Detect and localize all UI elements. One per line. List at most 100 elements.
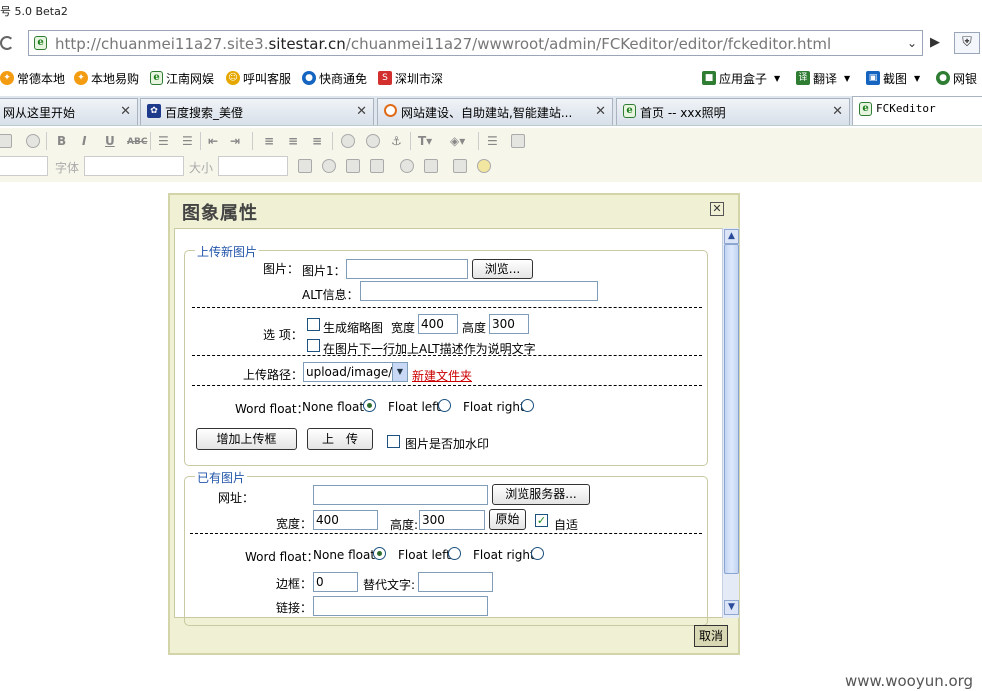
align-left-icon[interactable]: ≡ xyxy=(264,134,274,148)
shield-icon[interactable]: ⛨ xyxy=(954,32,980,54)
align-right-icon[interactable]: ≡ xyxy=(312,134,322,148)
image1-file-input[interactable] xyxy=(346,259,468,279)
fav-label: 截图 xyxy=(883,71,908,86)
ordered-list-icon[interactable]: ☰ xyxy=(158,134,169,148)
unlink-icon[interactable] xyxy=(366,134,380,148)
tab-2[interactable]: ✿ 百度搜索_美僜 ✕ xyxy=(140,98,374,125)
print-icon[interactable] xyxy=(0,134,12,148)
tab-1[interactable]: 网从这里开始 ✕ xyxy=(0,98,138,125)
upload-path-label: 上传路径： xyxy=(243,368,304,382)
bold-icon[interactable]: B xyxy=(57,134,66,148)
close-icon[interactable]: ✕ xyxy=(120,104,131,119)
address-bar[interactable]: http://chuanmei11a27.site3.sitestar.cn/c… xyxy=(28,30,923,56)
upload-button[interactable]: 上 传 xyxy=(307,428,373,450)
fav-item-bank[interactable]: ● 网银 xyxy=(936,69,977,87)
fav-item-6[interactable]: S 深圳市深 xyxy=(378,69,443,87)
width-input[interactable]: 400 xyxy=(418,314,458,334)
anchor-icon[interactable]: ⚓ xyxy=(391,134,402,148)
alt-caption-checkbox[interactable] xyxy=(307,339,320,352)
new-folder-link[interactable]: 新建文件夹 xyxy=(412,367,472,384)
bg-color-icon[interactable]: ◈▾ xyxy=(450,134,465,148)
tab-3[interactable]: 网站建设、自助建站,智能建站... ✕ xyxy=(377,98,613,125)
float-left-radio[interactable] xyxy=(438,399,451,412)
existing-float-left-radio[interactable] xyxy=(448,547,461,560)
unordered-list-icon[interactable]: ☰ xyxy=(182,134,193,148)
size-select[interactable] xyxy=(218,156,288,176)
image-icon[interactable] xyxy=(298,159,312,173)
url-path: /chuanmei11a27/wwwroot/admin/FCKeditor/e… xyxy=(345,35,832,53)
paw-icon: ✿ xyxy=(147,104,161,118)
dropdown-chevron-icon[interactable]: ⌄ xyxy=(904,32,920,54)
browse-button[interactable]: 浏览... xyxy=(472,259,533,279)
auto-fit-label: 自适 xyxy=(554,518,579,532)
cancel-button[interactable]: 取消 xyxy=(694,625,728,647)
scroll-thumb[interactable] xyxy=(724,244,739,574)
upload-path-select[interactable]: upload/image/▼ xyxy=(303,362,408,382)
tab-4[interactable]: e 首页 -- xxx照明 ✕ xyxy=(616,98,850,125)
border-input[interactable]: 0 xyxy=(313,572,358,592)
scroll-up-icon[interactable]: ▲ xyxy=(724,229,739,244)
alt-text-label: 替代文字: xyxy=(363,578,416,592)
watermark-checkbox[interactable] xyxy=(387,435,400,448)
outdent-icon[interactable]: ⇤ xyxy=(208,134,218,148)
height-input[interactable]: 300 xyxy=(489,314,529,334)
add-upload-button[interactable]: 增加上传框 xyxy=(196,428,297,450)
go-arrow-icon[interactable]: ▶ xyxy=(924,32,946,54)
url-input[interactable] xyxy=(313,485,488,505)
fav-item-appbox[interactable]: ■ 应用盒子 ▼ xyxy=(702,69,780,87)
close-icon[interactable]: ✕ xyxy=(832,104,843,119)
fav-item-3[interactable]: e 江南网娱 xyxy=(150,69,214,87)
font-select[interactable] xyxy=(84,156,184,176)
alt-input[interactable] xyxy=(360,281,598,301)
scroll-down-icon[interactable]: ▼ xyxy=(724,600,739,615)
smiley-icon[interactable] xyxy=(477,159,491,173)
tab-5[interactable]: e FCKeditor xyxy=(852,96,982,125)
existing-float-right-radio[interactable] xyxy=(531,547,544,560)
close-icon[interactable]: ✕ xyxy=(595,104,606,119)
fav-item-1[interactable]: ✦ 常德本地 xyxy=(0,69,65,87)
existing-word-float-label: Word float： xyxy=(245,550,319,564)
underline-icon[interactable]: U xyxy=(105,134,115,148)
none-float-radio[interactable] xyxy=(363,399,376,412)
original-size-button[interactable]: 原始 xyxy=(489,509,526,530)
attachment-icon[interactable] xyxy=(370,159,384,173)
fav-label: 本地易购 xyxy=(91,71,140,86)
leaf-icon: ✦ xyxy=(0,71,14,85)
tab-label: 网站建设、自助建站,智能建站... xyxy=(401,106,573,120)
existing-width-input[interactable]: 400 xyxy=(313,510,378,530)
table-icon[interactable] xyxy=(453,159,467,173)
align-center-icon[interactable]: ≡ xyxy=(288,134,298,148)
media-icon[interactable] xyxy=(346,159,360,173)
thumbnail-checkbox[interactable] xyxy=(307,318,320,331)
browse-server-button[interactable]: 浏览服务器... xyxy=(492,484,590,505)
indent-icon[interactable]: ⇥ xyxy=(230,134,240,148)
chevron-down-icon[interactable]: ▼ xyxy=(392,363,407,381)
float-left-label: Float left xyxy=(388,400,441,414)
link-icon[interactable] xyxy=(341,134,355,148)
fav-item-translate[interactable]: 译翻译 ▼ xyxy=(796,69,850,87)
fav-item-4[interactable]: ☺ 呼叫客服 xyxy=(226,69,291,87)
float-right-radio[interactable] xyxy=(521,399,534,412)
close-icon[interactable]: ✕ xyxy=(356,104,367,119)
close-icon[interactable]: ✕ xyxy=(710,202,724,216)
code-icon[interactable] xyxy=(424,159,438,173)
existing-none-float-radio[interactable] xyxy=(373,547,386,560)
style-select[interactable] xyxy=(0,156,48,176)
eraser-icon[interactable] xyxy=(26,134,40,148)
auto-fit-checkbox[interactable]: ✓ xyxy=(535,514,548,527)
save-icon[interactable] xyxy=(511,134,525,148)
vertical-scrollbar[interactable]: ▲ ▼ xyxy=(722,228,739,618)
fav-item-screenshot[interactable]: ▣ 截图 ▼ xyxy=(866,69,920,87)
horizontal-rule-icon[interactable]: ☰ xyxy=(487,134,498,148)
fav-item-2[interactable]: ✦ 本地易购 xyxy=(74,69,139,87)
fav-item-5[interactable]: ● 快商通免 xyxy=(302,69,367,87)
link-input[interactable] xyxy=(313,596,488,616)
flash-icon[interactable] xyxy=(322,159,336,173)
existing-height-input[interactable]: 300 xyxy=(419,510,485,530)
comment-icon[interactable] xyxy=(400,159,414,173)
text-color-icon[interactable]: T▾ xyxy=(418,134,432,148)
alt-text-input[interactable] xyxy=(418,572,493,592)
refresh-icon[interactable] xyxy=(0,36,14,50)
italic-icon[interactable]: I xyxy=(82,134,86,148)
strikethrough-icon[interactable]: ABC xyxy=(127,137,147,147)
